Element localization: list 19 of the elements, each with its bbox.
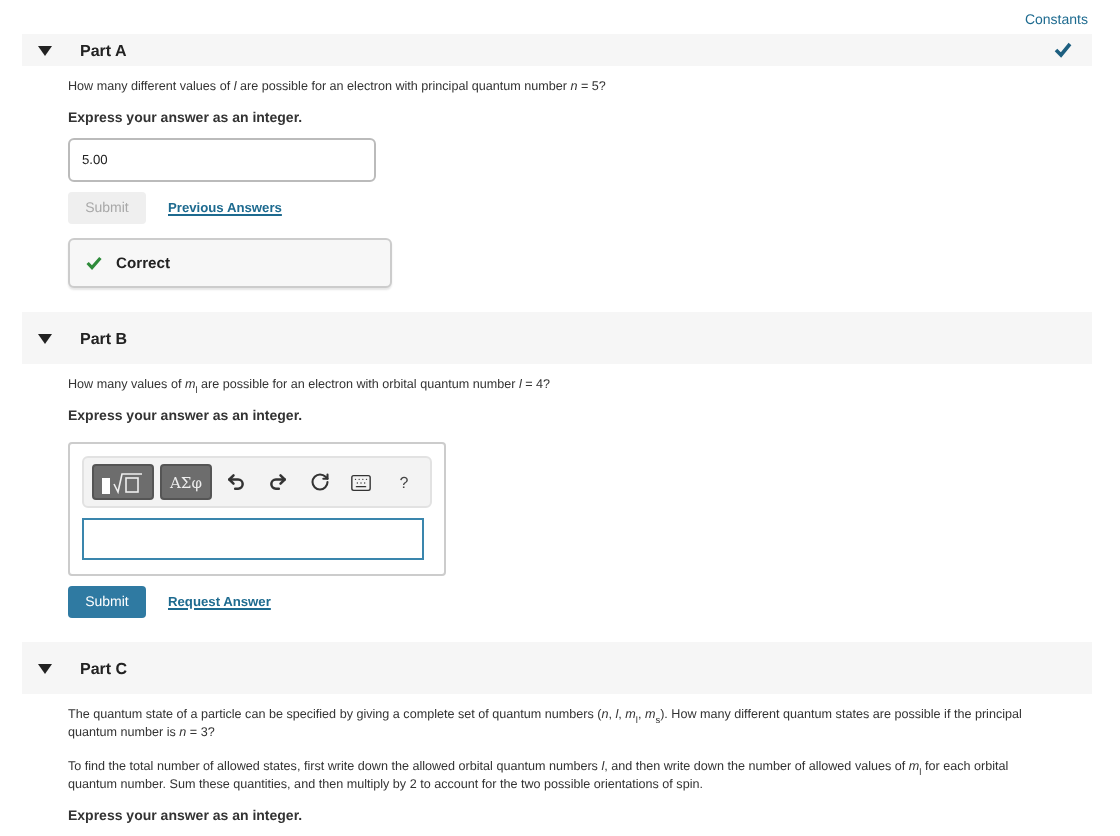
part-header[interactable]: Part A xyxy=(22,34,1092,66)
caret-icon xyxy=(38,45,52,55)
undo-icon xyxy=(225,472,246,492)
keyboard-icon xyxy=(350,471,373,493)
check-icon xyxy=(86,256,102,270)
help-button[interactable]: ? xyxy=(385,464,422,500)
templates-icon xyxy=(102,471,144,493)
templates-button[interactable] xyxy=(92,464,154,500)
reset-icon xyxy=(309,472,330,492)
part-title: Part C xyxy=(80,659,130,677)
check-icon xyxy=(1054,42,1072,58)
part-title: Part A xyxy=(80,41,129,59)
answer-field[interactable] xyxy=(82,518,424,560)
redo-icon xyxy=(267,472,288,492)
part-header[interactable]: Part B xyxy=(22,312,1092,364)
part-header[interactable]: Part C xyxy=(22,642,1092,694)
caret-icon xyxy=(38,333,52,343)
caret-icon xyxy=(38,663,52,673)
part-title: Part B xyxy=(80,329,130,347)
